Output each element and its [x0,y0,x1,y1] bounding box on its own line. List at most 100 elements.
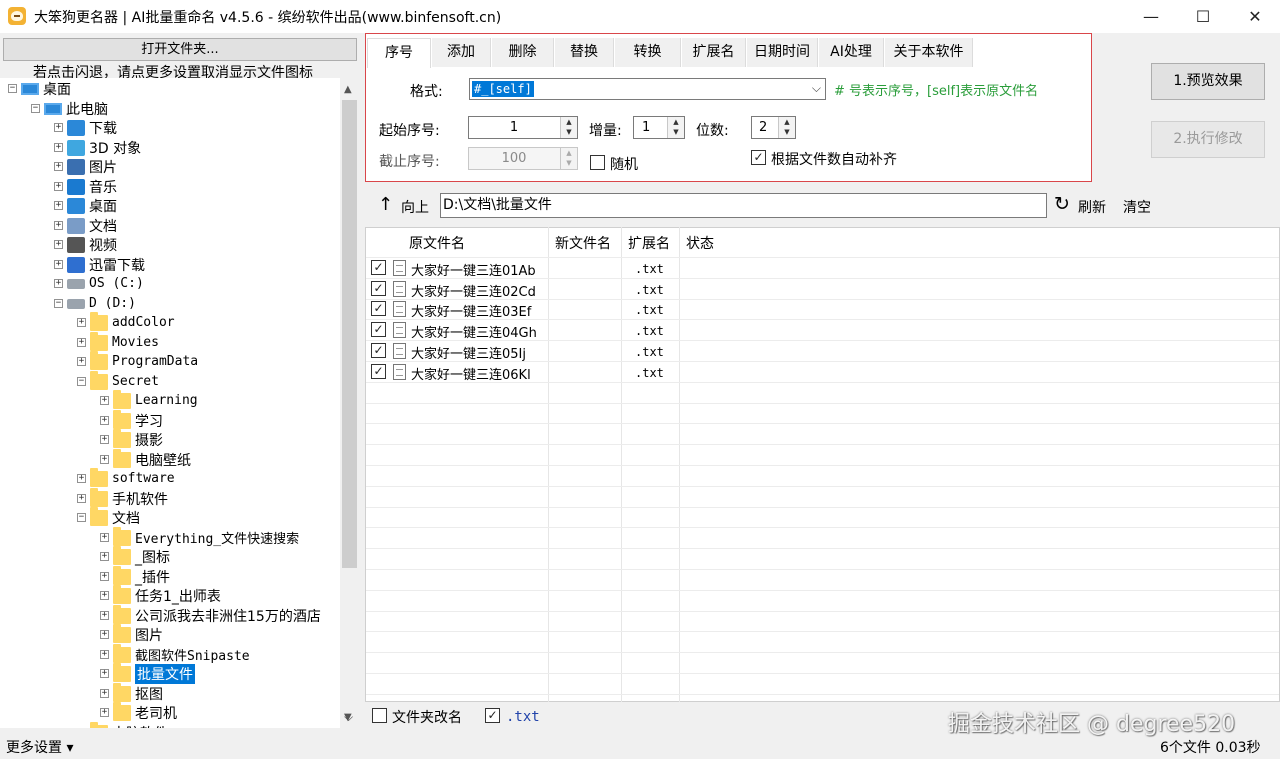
expand-icon[interactable]: + [54,182,63,191]
expand-icon[interactable]: + [54,221,63,230]
up-button[interactable]: 向上 [401,197,429,217]
tree-node[interactable]: − D (D:) [54,294,136,313]
column-header-new[interactable]: 新文件名 [555,233,611,253]
path-input[interactable]: D:\文档\批量文件 [440,193,1047,218]
expand-icon[interactable]: + [77,357,86,366]
start-number-stepper[interactable]: 1 ▲ ▼ [468,116,578,139]
tree-node[interactable]: + Everything_文件快速搜索 [100,526,299,547]
expand-icon[interactable]: + [100,455,109,464]
expand-icon[interactable]: + [77,338,86,347]
tree-node[interactable]: + _图标 [100,545,170,566]
expand-icon[interactable]: + [100,416,109,425]
tree-node[interactable]: + 视频 [54,235,117,254]
tree-node[interactable]: + 电脑壁纸 [100,448,191,469]
tree-node[interactable]: + 图片 [54,157,117,176]
tree-node[interactable]: + ProgramData [77,350,198,371]
tree-node[interactable]: + OS (C:) [54,274,144,293]
collapse-icon[interactable]: − [77,513,86,522]
tree-node[interactable]: + _插件 [100,565,170,586]
row-checkbox[interactable]: ✓ [371,260,386,275]
tree-node[interactable]: + 文档 [54,216,117,235]
column-header-status[interactable]: 状态 [686,233,714,253]
spin-arrows-icon[interactable]: ▲ ▼ [667,117,684,138]
table-row[interactable]: ✓ 大家好一键三连05Ij .txt [366,342,1279,362]
expand-icon[interactable]: + [54,279,63,288]
refresh-button[interactable]: 刷新 [1078,197,1106,217]
column-header-original[interactable]: 原文件名 [409,233,465,253]
folder-tree[interactable]: − 桌面 − 此电脑 + 下载 +3D 对象 + 图片 + 音乐 + 桌面 + 文档 + 视频 + 迅雷下载 + OS … [0,78,340,728]
autopad-checkbox[interactable]: ✓ [751,150,766,165]
expand-icon[interactable]: + [54,201,63,210]
table-row[interactable]: ✓ 大家好一键三连03Ef .txt [366,300,1279,320]
tree-node[interactable]: − 此电脑 [31,99,108,118]
tree-node[interactable]: + 老司机 [100,701,177,722]
expand-icon[interactable]: + [100,533,109,542]
tree-node[interactable]: + 学习 [100,409,163,430]
tree-node[interactable]: + 音乐 [54,177,117,196]
collapse-icon[interactable]: − [8,84,17,93]
expand-icon[interactable]: + [100,708,109,717]
expand-icon[interactable]: + [100,650,109,659]
tree-node[interactable]: − 文档 [77,506,140,527]
tab-delete[interactable]: 删除 [492,38,554,67]
expand-icon[interactable]: + [77,318,86,327]
row-checkbox[interactable]: ✓ [371,343,386,358]
digits-stepper[interactable]: 2 ▲ ▼ [751,116,796,139]
tree-node[interactable]: + 批量文件 [100,662,195,684]
tab-add[interactable]: 添加 [432,38,491,67]
tab-serial[interactable]: 序号 [367,38,431,68]
scroll-up-arrow-icon[interactable]: ▲ [344,84,352,95]
table-row[interactable]: ✓ 大家好一键三连01Ab .txt [366,259,1279,279]
column-header-ext[interactable]: 扩展名 [628,233,670,253]
random-checkbox[interactable] [590,155,605,170]
tab-convert[interactable]: 转换 [615,38,681,67]
execute-button[interactable]: 2.执行修改 [1151,121,1265,158]
tree-node[interactable]: + 公司派我去非洲住15万的酒店 [100,604,321,625]
tab-ai[interactable]: AI处理 [819,38,884,67]
expand-icon[interactable]: + [100,435,109,444]
chevron-down-icon[interactable]: ⌵ [344,710,353,725]
row-checkbox[interactable]: ✓ [371,301,386,316]
spin-arrows-icon[interactable]: ▲ ▼ [560,117,577,138]
expand-icon[interactable]: + [54,123,63,132]
expand-icon[interactable]: + [54,240,63,249]
expand-icon[interactable]: + [100,630,109,639]
tree-node[interactable]: + 迅雷下载 [54,255,145,274]
format-select[interactable]: #_[self] ⌵ [469,78,826,100]
tree-node[interactable]: + Learning [100,389,198,410]
arrow-up-icon[interactable]: ↑ [378,194,393,215]
expand-icon[interactable]: + [54,260,63,269]
tree-node[interactable]: − Secret [77,370,159,391]
folder-rename-checkbox[interactable] [372,708,387,723]
tree-node[interactable]: + Movies [77,331,159,352]
expand-icon[interactable]: + [100,396,109,405]
expand-icon[interactable]: + [100,572,109,581]
tree-node[interactable]: + software [77,467,175,488]
expand-icon[interactable]: + [100,611,109,620]
collapse-icon[interactable]: − [54,299,63,308]
clear-button[interactable]: 清空 [1123,197,1151,217]
expand-icon[interactable]: + [77,494,86,503]
minimize-button[interactable]: — [1125,0,1177,33]
expand-icon[interactable]: + [100,669,109,678]
tab-extension[interactable]: 扩展名 [682,38,746,67]
expand-icon[interactable]: + [100,591,109,600]
table-row[interactable]: ✓ 大家好一键三连02Cd .txt [366,280,1279,300]
tree-node[interactable]: + 截图软件Snipaste [100,643,250,664]
tab-replace[interactable]: 替换 [555,38,614,67]
tree-node[interactable]: +电脑软件 [77,721,168,728]
step-stepper[interactable]: 1 ▲ ▼ [633,116,685,139]
tree-node[interactable]: + addColor [77,311,175,332]
tab-about[interactable]: 关于本软件 [885,38,973,67]
tree-scrollbar-thumb[interactable] [342,100,357,568]
spin-arrows-icon[interactable]: ▲ ▼ [778,117,795,138]
collapse-icon[interactable]: − [31,104,40,113]
row-checkbox[interactable]: ✓ [371,364,386,379]
expand-icon[interactable]: + [54,143,63,152]
tree-node[interactable]: + 抠图 [100,682,163,703]
open-folder-button[interactable]: 打开文件夹... [3,38,357,61]
expand-icon[interactable]: + [54,162,63,171]
ext-filter-checkbox[interactable]: ✓ [485,708,500,723]
expand-icon[interactable]: + [100,552,109,561]
tree-node[interactable]: + 下载 [54,118,117,137]
